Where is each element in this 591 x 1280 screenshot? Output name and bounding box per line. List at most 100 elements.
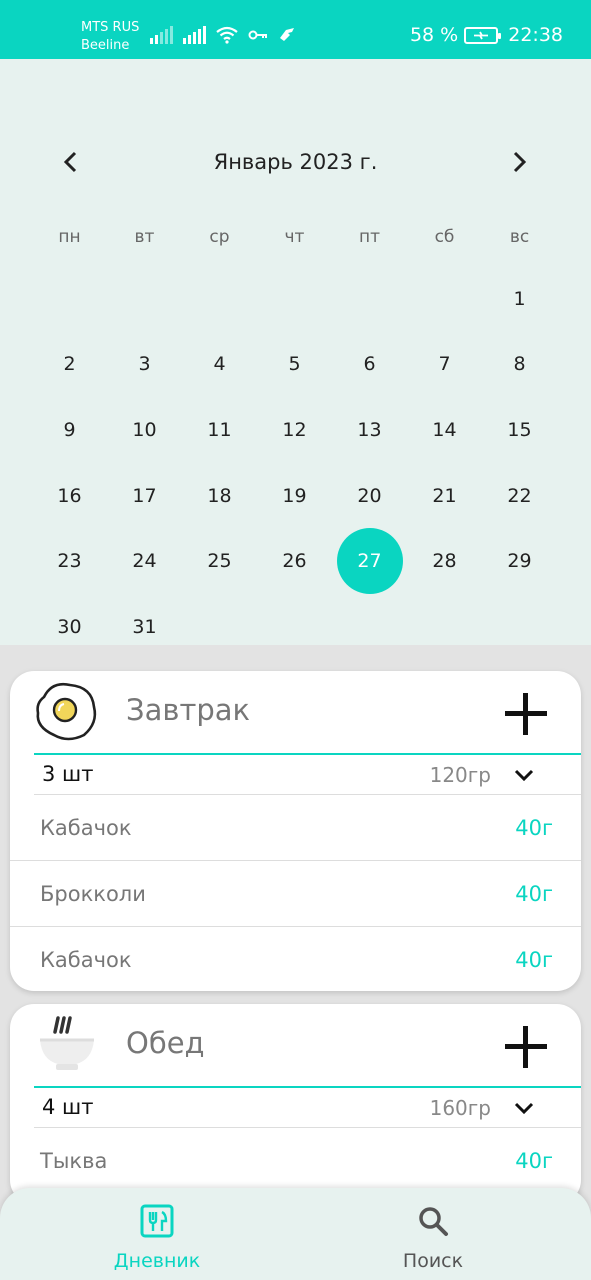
nav-diary[interactable]: Дневник — [77, 1204, 237, 1272]
day-number: 30 — [57, 615, 82, 638]
battery-icon — [464, 26, 502, 44]
day-number: 24 — [132, 550, 157, 573]
day-cell[interactable]: 9 — [32, 397, 107, 463]
add-food-button[interactable] — [505, 693, 547, 735]
day-cell[interactable]: 11 — [182, 397, 257, 463]
food-name: Брокколи — [40, 882, 146, 906]
soup-bowl-icon — [40, 1016, 94, 1070]
fried-egg-icon — [36, 682, 97, 741]
day-cell[interactable]: 23 — [32, 528, 107, 594]
food-row[interactable]: Тыква 40г — [10, 1128, 581, 1194]
day-blank — [407, 266, 482, 332]
day-number: 15 — [507, 418, 532, 441]
meal-card-breakfast: Завтрак 3 шт 120гр Кабачок 40г Брокколи … — [10, 671, 581, 991]
status-bar: MTS RUS Beeline 58 % 22:38 — [0, 0, 591, 59]
day-blank — [257, 266, 332, 332]
add-food-button[interactable] — [505, 1026, 547, 1068]
next-month-button[interactable] — [505, 147, 535, 177]
meal-card-lunch: Обед 4 шт 160гр Тыква 40г — [10, 1004, 581, 1204]
day-cell[interactable]: 3 — [107, 332, 182, 398]
calendar: Январь 2023 г. пн вт ср чт пт сб вс 1234567891… — [0, 59, 591, 645]
day-cell[interactable]: 29 — [482, 528, 557, 594]
chevron-down-icon[interactable] — [514, 769, 534, 781]
day-cell[interactable]: 14 — [407, 397, 482, 463]
day-cell[interactable]: 24 — [107, 528, 182, 594]
food-amount: 40г — [515, 948, 553, 972]
search-icon — [419, 1207, 448, 1236]
day-blank — [32, 266, 107, 332]
wifi-icon — [216, 26, 238, 44]
day-cell[interactable]: 19 — [257, 463, 332, 529]
day-cell[interactable]: 18 — [182, 463, 257, 529]
meal-title: Обед — [126, 1026, 205, 1060]
weekday-header: пн вт ср чт пт сб вс — [32, 227, 557, 247]
day-number: 6 — [363, 353, 376, 376]
weekday-label: пт — [358, 227, 381, 247]
day-number: 2 — [63, 353, 76, 376]
day-cell[interactable]: 17 — [107, 463, 182, 529]
diary-icon — [140, 1204, 174, 1238]
day-number: 18 — [207, 484, 232, 507]
day-cell[interactable]: 1 — [482, 266, 557, 332]
day-cell[interactable]: 6 — [332, 332, 407, 398]
meal-summary[interactable]: 4 шт 160гр — [34, 1086, 581, 1128]
signal-icon — [183, 26, 206, 44]
nav-diary-label: Дневник — [113, 1250, 201, 1272]
day-cell[interactable]: 30 — [32, 594, 107, 660]
day-number: 20 — [357, 484, 382, 507]
day-cell[interactable]: 5 — [257, 332, 332, 398]
day-cell[interactable]: 10 — [107, 397, 182, 463]
meal-summary[interactable]: 3 шт 120гр — [34, 753, 581, 795]
meal-weight: 120гр — [429, 763, 491, 787]
food-amount: 40г — [515, 816, 553, 840]
meal-header: Завтрак — [10, 671, 581, 753]
weekday-label: ср — [209, 227, 230, 247]
day-cell[interactable]: 28 — [407, 528, 482, 594]
day-cell[interactable]: 2 — [32, 332, 107, 398]
day-cell[interactable]: 12 — [257, 397, 332, 463]
day-number: 25 — [207, 550, 232, 573]
signal-icon — [150, 26, 173, 44]
day-number: 17 — [132, 484, 157, 507]
day-number: 31 — [132, 615, 157, 638]
day-number: 16 — [57, 484, 82, 507]
day-number: 1 — [513, 287, 526, 310]
carrier-1: MTS RUS — [81, 20, 140, 35]
day-cell[interactable]: 21 — [407, 463, 482, 529]
day-cell[interactable]: 31 — [107, 594, 182, 660]
food-name: Кабачок — [40, 816, 132, 840]
food-row[interactable]: Брокколи 40г — [10, 861, 581, 927]
day-number: 5 — [288, 353, 301, 376]
chevron-down-icon[interactable] — [514, 1102, 534, 1114]
day-number: 9 — [63, 418, 76, 441]
day-number: 10 — [132, 418, 157, 441]
food-row[interactable]: Кабачок 40г — [10, 927, 581, 991]
meal-count: 4 шт — [42, 1095, 94, 1119]
weekday-label: чт — [284, 227, 305, 247]
food-row[interactable]: Кабачок 40г — [10, 795, 581, 861]
day-number: 23 — [57, 550, 82, 573]
clock: 22:38 — [508, 24, 563, 46]
weekday-label: вт — [134, 227, 155, 247]
day-number: 21 — [432, 484, 457, 507]
day-cell[interactable]: 25 — [182, 528, 257, 594]
day-cell[interactable]: 20 — [332, 463, 407, 529]
food-name: Кабачок — [40, 948, 132, 972]
day-cell[interactable]: 8 — [482, 332, 557, 398]
day-blank — [107, 266, 182, 332]
day-number: 8 — [513, 353, 526, 376]
status-icons — [150, 26, 296, 44]
weekday-label: сб — [434, 227, 455, 247]
day-cell[interactable]: 7 — [407, 332, 482, 398]
day-cell[interactable]: 22 — [482, 463, 557, 529]
day-cell[interactable]: 26 — [257, 528, 332, 594]
nav-search[interactable]: Поиск — [353, 1204, 513, 1272]
day-cell[interactable]: 4 — [182, 332, 257, 398]
chevron-right-icon — [513, 151, 527, 173]
day-cell-selected[interactable]: 27 — [332, 528, 407, 595]
nav-search-label: Поиск — [402, 1250, 464, 1272]
meal-header: Обед — [10, 1004, 581, 1086]
day-cell[interactable]: 13 — [332, 397, 407, 463]
day-cell[interactable]: 16 — [32, 463, 107, 529]
day-cell[interactable]: 15 — [482, 397, 557, 463]
